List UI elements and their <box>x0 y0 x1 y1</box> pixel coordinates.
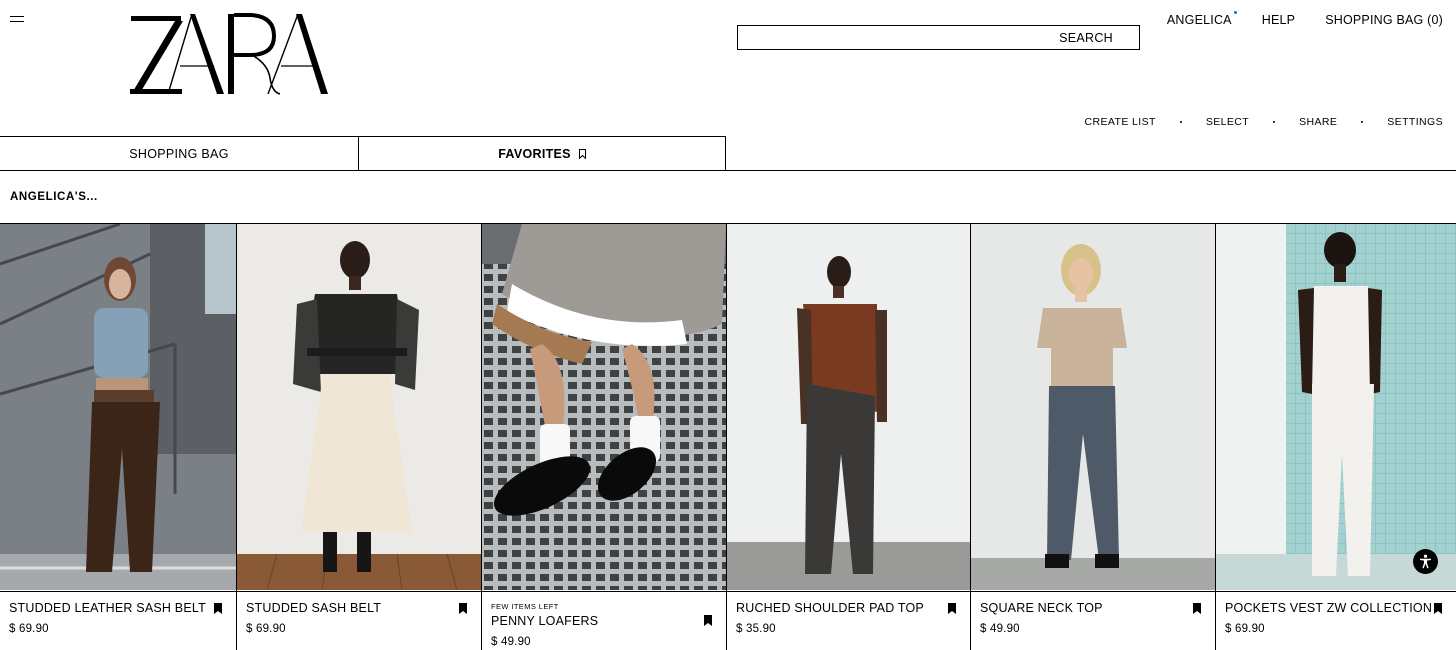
menu-line <box>10 16 24 17</box>
bookmark-icon[interactable] <box>1193 603 1201 614</box>
product-image[interactable] <box>237 224 481 590</box>
bookmark-icon[interactable] <box>948 603 956 614</box>
product-image[interactable] <box>971 224 1215 590</box>
top-nav: ANGELICA HELP SHOPPING BAG (0) <box>1166 11 1443 27</box>
tab-favorites[interactable]: FAVORITES <box>359 136 726 171</box>
menu-line <box>10 21 24 22</box>
product-card: POCKETS VEST ZW COLLECTION $ 69.90 <box>1216 224 1456 650</box>
product-name[interactable]: STUDDED SASH BELT <box>246 601 381 615</box>
bookmark-icon[interactable] <box>704 615 712 626</box>
bookmark-icon[interactable] <box>214 603 222 614</box>
search-label: SEARCH <box>1059 30 1113 45</box>
product-name[interactable]: POCKETS VEST ZW COLLECTION <box>1225 601 1432 615</box>
select-button[interactable]: SELECT <box>1206 116 1249 128</box>
product-image[interactable] <box>727 224 970 590</box>
product-card: STUDDED SASH BELT $ 69.90 <box>237 224 482 650</box>
accessibility-figure-icon <box>1420 554 1431 569</box>
menu-hamburger-icon[interactable] <box>10 16 24 26</box>
product-name[interactable]: RUCHED SHOULDER PAD TOP <box>736 601 924 615</box>
product-card: RUCHED SHOULDER PAD TOP $ 35.90 <box>727 224 971 650</box>
product-info: STUDDED SASH BELT $ 69.90 <box>237 591 481 650</box>
zara-logo[interactable] <box>128 8 330 98</box>
accessibility-icon[interactable] <box>1413 549 1438 574</box>
separator-dot <box>1273 121 1276 123</box>
product-info: STUDDED LEATHER SASH BELT $ 69.90 <box>0 591 236 650</box>
product-image[interactable] <box>482 224 726 590</box>
divider <box>0 170 1456 171</box>
product-info: RUCHED SHOULDER PAD TOP $ 35.90 <box>727 591 970 650</box>
nav-user-account[interactable]: ANGELICA <box>1166 11 1237 27</box>
product-price: $ 69.90 <box>246 623 286 635</box>
product-image[interactable] <box>0 224 236 590</box>
product-price: $ 69.90 <box>9 623 49 635</box>
product-price: $ 35.90 <box>736 623 776 635</box>
nav-user-label: ANGELICA <box>1166 13 1232 27</box>
list-title: ANGELICA'S... <box>10 191 98 203</box>
tab-shopping-bag-label: SHOPPING BAG <box>129 146 229 161</box>
product-info: POCKETS VEST ZW COLLECTION $ 69.90 <box>1216 591 1456 650</box>
tab-favorites-label: FAVORITES <box>498 146 571 161</box>
tab-shopping-bag[interactable]: SHOPPING BAG <box>0 136 359 171</box>
notification-dot-icon <box>1233 11 1237 14</box>
product-price: $ 69.90 <box>1225 623 1265 635</box>
product-card: SQUARE NECK TOP $ 49.90 <box>971 224 1216 650</box>
bag-favorites-tabs: SHOPPING BAG FAVORITES <box>0 136 726 171</box>
bookmark-icon[interactable] <box>459 603 467 614</box>
product-info: FEW ITEMS LEFT PENNY LOAFERS $ 49.90 <box>482 591 726 650</box>
list-actions: CREATE LIST SELECT SHARE SETTINGS <box>1085 116 1443 128</box>
product-price: $ 49.90 <box>980 623 1020 635</box>
nav-shopping-bag[interactable]: SHOPPING BAG (0) <box>1325 13 1443 27</box>
product-image[interactable] <box>1216 224 1456 590</box>
product-info: SQUARE NECK TOP $ 49.90 <box>971 591 1215 650</box>
search-input[interactable]: SEARCH <box>737 25 1140 50</box>
separator-dot <box>1179 121 1182 123</box>
nav-help[interactable]: HELP <box>1262 13 1295 27</box>
product-card: FEW ITEMS LEFT PENNY LOAFERS $ 49.90 <box>482 224 727 650</box>
create-list-button[interactable]: CREATE LIST <box>1085 116 1156 128</box>
product-grid: STUDDED LEATHER SASH BELT $ 69.90 STUDDE… <box>0 224 1456 650</box>
settings-button[interactable]: SETTINGS <box>1387 116 1443 128</box>
product-name[interactable]: STUDDED LEATHER SASH BELT <box>9 601 206 615</box>
stock-badge: FEW ITEMS LEFT <box>491 602 559 611</box>
separator-dot <box>1361 121 1364 123</box>
product-price: $ 49.90 <box>491 636 531 648</box>
product-name[interactable]: SQUARE NECK TOP <box>980 601 1103 615</box>
bookmark-icon[interactable] <box>1434 603 1442 614</box>
zara-logo-mark <box>130 13 328 95</box>
share-button[interactable]: SHARE <box>1299 116 1337 128</box>
product-card: STUDDED LEATHER SASH BELT $ 69.90 <box>0 224 237 650</box>
bookmark-outline-icon <box>578 148 586 159</box>
product-name[interactable]: PENNY LOAFERS <box>491 614 598 628</box>
